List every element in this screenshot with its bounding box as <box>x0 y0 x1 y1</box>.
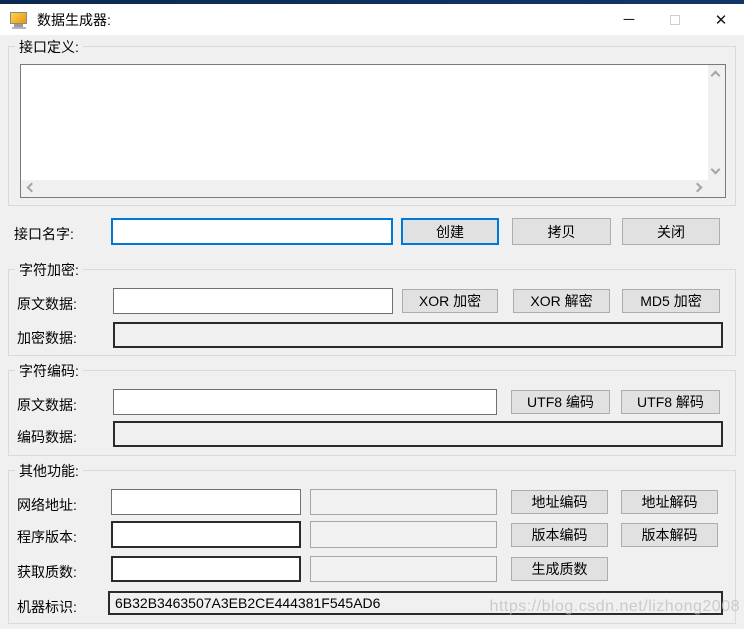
get-prime-input[interactable] <box>111 556 301 582</box>
program-version-input[interactable] <box>111 521 301 548</box>
program-version-output[interactable] <box>310 521 497 548</box>
xor-decrypt-button[interactable]: XOR 解密 <box>513 289 610 313</box>
scroll-down-icon[interactable] <box>711 165 721 175</box>
close-window-button[interactable]: 关闭 <box>622 218 720 245</box>
version-decode-button[interactable]: 版本解码 <box>621 523 718 547</box>
machine-id-field[interactable] <box>108 591 723 615</box>
encode-source-label: 原文数据: <box>17 395 77 415</box>
interface-name-label: 接口名字: <box>14 224 74 244</box>
network-address-output[interactable] <box>310 489 497 515</box>
encrypt-source-input[interactable] <box>113 288 393 314</box>
scroll-right-icon[interactable] <box>693 183 703 193</box>
encode-result-label: 编码数据: <box>17 427 77 447</box>
xor-encrypt-button[interactable]: XOR 加密 <box>402 289 498 313</box>
version-encode-button[interactable]: 版本编码 <box>511 523 608 547</box>
scrollbar-corner <box>708 180 725 197</box>
encode-result-field[interactable] <box>113 421 723 447</box>
maximize-button <box>652 4 698 35</box>
interface-definition-textarea[interactable] <box>21 65 708 180</box>
app-icon <box>10 11 30 29</box>
maximize-icon <box>670 15 680 25</box>
network-address-label: 网络地址: <box>17 495 77 515</box>
horizontal-scrollbar[interactable] <box>21 180 708 197</box>
minimize-button[interactable]: ─ <box>606 4 652 35</box>
char-encode-legend: 字符编码: <box>15 361 83 381</box>
encrypt-source-label: 原文数据: <box>17 294 77 314</box>
machine-id-label: 机器标识: <box>17 597 77 617</box>
char-encrypt-legend: 字符加密: <box>15 260 83 280</box>
utf8-decode-button[interactable]: UTF8 解码 <box>621 390 720 414</box>
vertical-scrollbar[interactable] <box>708 65 725 180</box>
create-button[interactable]: 创建 <box>401 218 499 245</box>
encode-source-input[interactable] <box>113 389 497 415</box>
address-decode-button[interactable]: 地址解码 <box>621 490 718 514</box>
titlebar[interactable]: 数据生成器: ─ ✕ <box>0 4 744 35</box>
interface-definition-textarea-frame <box>20 64 726 198</box>
generate-prime-button[interactable]: 生成质数 <box>511 557 608 581</box>
get-prime-output[interactable] <box>310 556 497 582</box>
window-title: 数据生成器: <box>37 10 111 30</box>
program-version-label: 程序版本: <box>17 527 77 547</box>
encrypt-result-field[interactable] <box>113 322 723 348</box>
interface-definition-legend: 接口定义: <box>15 37 83 57</box>
md5-encrypt-button[interactable]: MD5 加密 <box>622 289 720 313</box>
interface-name-input[interactable] <box>111 218 393 245</box>
scroll-up-icon[interactable] <box>711 71 721 81</box>
copy-button[interactable]: 拷贝 <box>512 218 611 245</box>
address-encode-button[interactable]: 地址编码 <box>511 490 608 514</box>
network-address-input[interactable] <box>111 489 301 515</box>
other-functions-legend: 其他功能: <box>15 461 83 481</box>
computer-icon <box>10 12 27 24</box>
close-button[interactable]: ✕ <box>698 4 744 35</box>
utf8-encode-button[interactable]: UTF8 编码 <box>511 390 610 414</box>
scroll-left-icon[interactable] <box>27 183 37 193</box>
encrypt-result-label: 加密数据: <box>17 328 77 348</box>
app-window: 数据生成器: ─ ✕ 接口定义: 接口名字: 创建 拷贝 关闭 字符加密: 原文… <box>0 0 744 629</box>
get-prime-label: 获取质数: <box>17 562 77 582</box>
